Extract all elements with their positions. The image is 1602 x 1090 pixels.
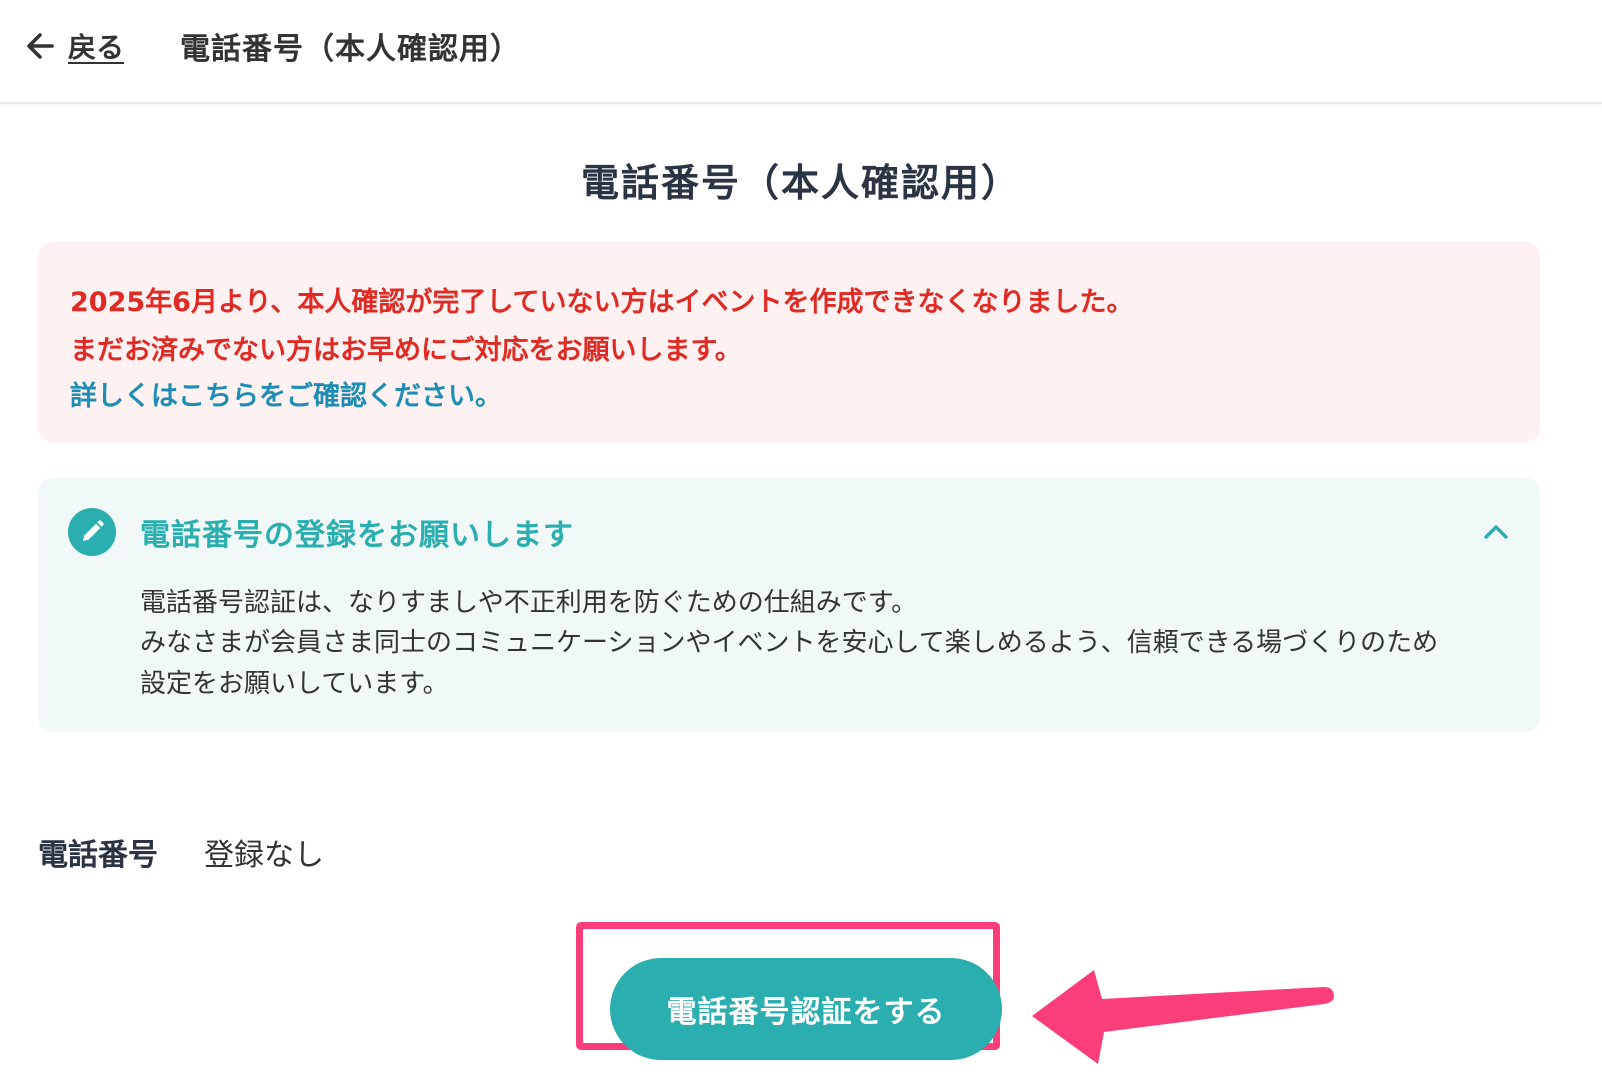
notice-text-line-1: 2025年6月より、本人確認が完了していない方はイベントを作成できなくなりました…	[70, 287, 1134, 318]
pencil-icon	[68, 508, 116, 556]
verify-phone-button[interactable]: 電話番号認証をする	[610, 958, 1002, 1060]
notice-banner: 2025年6月より、本人確認が完了していない方はイベントを作成できなくなりました…	[38, 242, 1540, 442]
annotation-arrow-icon	[1032, 970, 1334, 1064]
details-link[interactable]: 詳しくはこちらをご確認ください。	[70, 374, 502, 413]
phone-field-value: 登録なし	[204, 838, 324, 873]
info-body-line-2: みなさまが会員さま同士のコミュニケーションやイベントを安心して楽しめるよう、信頼…	[140, 628, 1439, 658]
chevron-up-icon[interactable]	[1478, 514, 1514, 550]
info-heading: 電話番号の登録をお願いします	[140, 518, 574, 553]
arrow-left-icon	[26, 32, 54, 60]
page-title: 電話番号（本人確認用）	[580, 161, 1021, 205]
info-body-line-3: 設定をお願いしています。	[140, 669, 449, 699]
back-button[interactable]: 戻る	[26, 26, 124, 66]
notice-text-line-2: まだお済みでない方はお早めにご対応をお願いします。	[70, 335, 742, 366]
top-bar: 戻る 電話番号（本人確認用）	[0, 0, 1602, 104]
info-panel: 電話番号の登録をお願いします 電話番号認証は、なりすましや不正利用を防ぐための仕…	[38, 478, 1540, 732]
back-label: 戻る	[68, 31, 125, 64]
info-body-line-1: 電話番号認証は、なりすましや不正利用を防ぐための仕組みです。	[140, 588, 918, 618]
header-title: 電話番号（本人確認用）	[180, 32, 521, 67]
phone-field-label: 電話番号	[38, 838, 158, 873]
